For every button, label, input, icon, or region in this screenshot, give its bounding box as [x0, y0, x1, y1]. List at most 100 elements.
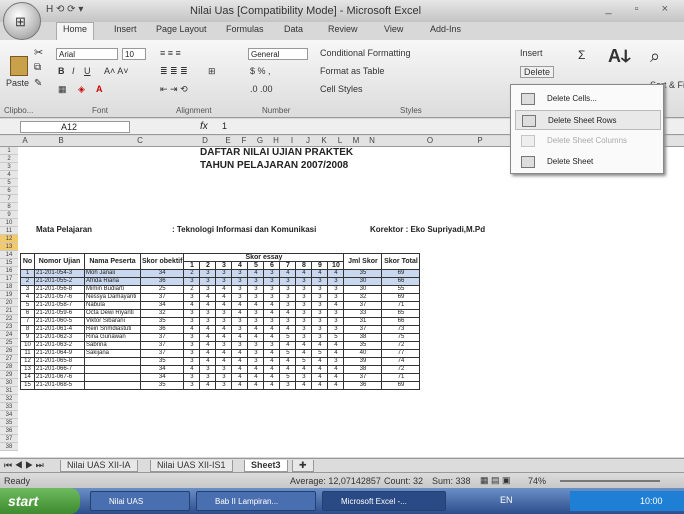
table-cell[interactable]: 69	[381, 293, 421, 302]
table-cell[interactable]: 3	[183, 309, 201, 318]
table-cell[interactable]: 1	[20, 269, 35, 278]
table-cell[interactable]: 3	[247, 317, 265, 326]
window-controls[interactable]: _ ▫ ×	[605, 3, 678, 15]
table-cell[interactable]: 3	[199, 269, 217, 278]
start-button[interactable]: start	[0, 488, 80, 514]
table-cell[interactable]: 21-201-058-7	[34, 301, 85, 310]
table-cell[interactable]: 4	[231, 381, 249, 390]
column-header[interactable]: M	[348, 136, 364, 145]
table-cell[interactable]: 2	[20, 277, 35, 286]
table-cell[interactable]: 4	[199, 381, 217, 390]
table-cell[interactable]: 3	[215, 317, 233, 326]
table-cell[interactable]: Nabula	[84, 301, 141, 310]
table-cell[interactable]: 3	[183, 349, 201, 358]
table-cell[interactable]: 37	[139, 333, 185, 342]
table-cell[interactable]: 3	[327, 357, 345, 366]
table-cell[interactable]: 38	[343, 365, 383, 374]
table-cell[interactable]: 3	[327, 309, 345, 318]
table-cell[interactable]: 3	[183, 357, 201, 366]
table-cell[interactable]: 4	[279, 341, 297, 350]
table-cell[interactable]: 3	[311, 293, 329, 302]
column-header[interactable]: F	[236, 136, 252, 145]
table-cell[interactable]: 4	[263, 309, 281, 318]
table-cell[interactable]: 21-201-067-6	[34, 373, 85, 382]
table-cell[interactable]: 4	[231, 333, 249, 342]
table-cell[interactable]: 21-201-064-9	[34, 349, 85, 358]
table-cell[interactable]: 69	[381, 381, 421, 390]
table-cell[interactable]: 3	[311, 285, 329, 294]
table-cell[interactable]: 21-201-056-8	[34, 285, 85, 294]
table-cell[interactable]: 4	[311, 341, 329, 350]
table-cell[interactable]: 4	[231, 373, 249, 382]
table-cell[interactable]: 4	[247, 325, 265, 334]
table-cell[interactable]: 3	[295, 333, 313, 342]
table-cell[interactable]: 72	[381, 365, 421, 374]
currency-icon[interactable]: $ % ,	[250, 66, 271, 76]
table-cell[interactable]: 4	[247, 365, 265, 374]
column-header[interactable]: B	[32, 136, 90, 145]
copy-icon[interactable]: ⧉	[34, 62, 41, 73]
table-cell[interactable]: 4	[295, 349, 313, 358]
table-row[interactable]: 14 21-201-067-6 34 3 3 3 4 4 4 5 3 4 4 37 71	[20, 373, 421, 382]
row-header[interactable]: 10	[0, 219, 18, 227]
table-cell[interactable]: Rina Gunawan	[84, 333, 141, 342]
number-format-box[interactable]: General	[248, 48, 308, 60]
table-cell[interactable]: 73	[381, 325, 421, 334]
table-cell[interactable]: 30	[343, 277, 383, 286]
table-cell[interactable]: 3	[295, 325, 313, 334]
table-cell[interactable]: 74	[381, 357, 421, 366]
table-cell[interactable]: 55	[381, 285, 421, 294]
table-cell[interactable]: 5	[279, 333, 297, 342]
insert-sheet-icon[interactable]: ✚	[292, 460, 314, 472]
table-cell[interactable]: 37	[139, 349, 185, 358]
table-cell[interactable]: 4	[199, 341, 217, 350]
table-cell[interactable]: 4	[215, 301, 233, 310]
table-cell[interactable]: 36	[343, 381, 383, 390]
row-header[interactable]: 3	[0, 163, 18, 171]
table-cell[interactable]: 4	[327, 381, 345, 390]
office-button[interactable]: ⊞	[3, 2, 41, 40]
table-cell[interactable]: 6	[20, 309, 35, 318]
table-cell[interactable]: 65	[381, 309, 421, 318]
tab-insert[interactable]: Insert	[114, 24, 137, 34]
table-cell[interactable]: 66	[381, 277, 421, 286]
table-cell[interactable]: 3	[263, 277, 281, 286]
table-cell[interactable]: 35	[343, 269, 383, 278]
row-header[interactable]: 27	[0, 355, 18, 363]
zoom-slider[interactable]	[560, 480, 660, 482]
table-cell[interactable]: Rein Srimdiastuti	[84, 325, 141, 334]
table-cell[interactable]: 21-201-065-8	[34, 357, 85, 366]
row-header[interactable]: 16	[0, 267, 18, 275]
table-cell[interactable]: Moh Janali	[84, 269, 141, 278]
table-cell[interactable]: 30	[343, 285, 383, 294]
table-cell[interactable]: 7	[20, 317, 35, 326]
table-cell[interactable]: 32	[139, 309, 185, 318]
table-cell[interactable]: 3	[247, 293, 265, 302]
tab-page-layout[interactable]: Page Layout	[156, 24, 207, 34]
table-cell[interactable]: 32	[343, 293, 383, 302]
table-cell[interactable]: 3	[327, 277, 345, 286]
table-cell[interactable]: 3	[295, 373, 313, 382]
tab-data[interactable]: Data	[284, 24, 303, 34]
table-cell[interactable]: 11	[20, 349, 35, 358]
column-header[interactable]: H	[268, 136, 284, 145]
row-header[interactable]: 1	[0, 147, 18, 155]
row-header[interactable]: 29	[0, 371, 18, 379]
tab-formulas[interactable]: Formulas	[226, 24, 264, 34]
conditional-formatting-button[interactable]: Conditional Formatting	[320, 48, 411, 58]
table-cell[interactable]: 37	[343, 373, 383, 382]
font-name-box[interactable]: Arial	[56, 48, 118, 60]
table-cell[interactable]: 5	[327, 333, 345, 342]
name-box[interactable]: A12	[20, 121, 130, 133]
row-header[interactable]: 9	[0, 211, 18, 219]
row-header[interactable]: 26	[0, 347, 18, 355]
table-cell[interactable]: 3	[295, 309, 313, 318]
row-header[interactable]: 30	[0, 379, 18, 387]
table-cell[interactable]: 4	[199, 333, 217, 342]
align-left-icon[interactable]: ≣ ≣ ≣	[160, 66, 188, 77]
table-cell[interactable]: 25	[139, 285, 185, 294]
row-header[interactable]: 22	[0, 315, 18, 323]
table-cell[interactable]: 4	[231, 309, 249, 318]
row-header[interactable]: 36	[0, 427, 18, 435]
column-header[interactable]: P	[460, 136, 500, 145]
